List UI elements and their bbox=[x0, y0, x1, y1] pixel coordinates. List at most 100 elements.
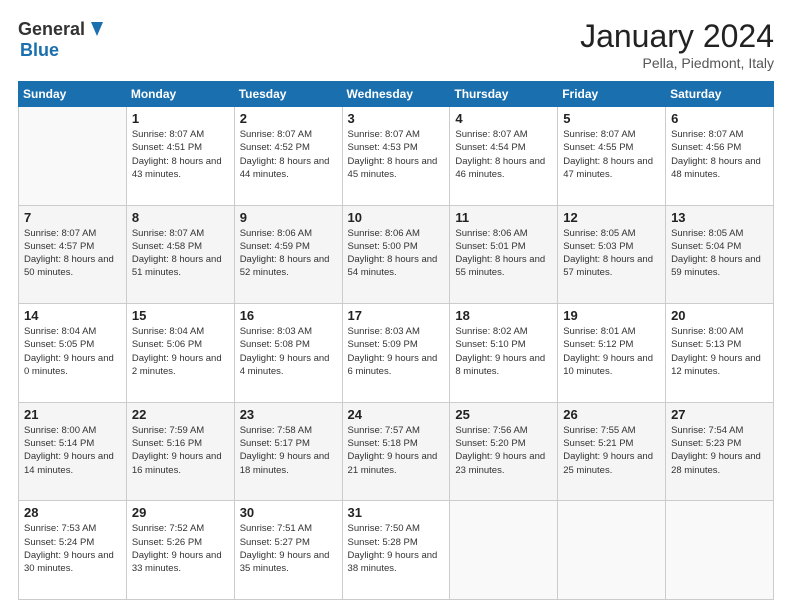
day-number: 24 bbox=[348, 407, 445, 422]
day-number: 9 bbox=[240, 210, 337, 225]
day-detail: Sunrise: 8:04 AMSunset: 5:06 PMDaylight:… bbox=[132, 325, 229, 378]
calendar-cell: 15Sunrise: 8:04 AMSunset: 5:06 PMDayligh… bbox=[126, 304, 234, 403]
day-detail: Sunrise: 8:07 AMSunset: 4:52 PMDaylight:… bbox=[240, 128, 337, 181]
day-number: 21 bbox=[24, 407, 121, 422]
day-detail: Sunrise: 7:55 AMSunset: 5:21 PMDaylight:… bbox=[563, 424, 660, 477]
logo: General Blue bbox=[18, 18, 107, 61]
day-detail: Sunrise: 8:05 AMSunset: 5:03 PMDaylight:… bbox=[563, 227, 660, 280]
day-number: 23 bbox=[240, 407, 337, 422]
day-detail: Sunrise: 8:03 AMSunset: 5:09 PMDaylight:… bbox=[348, 325, 445, 378]
day-number: 4 bbox=[455, 111, 552, 126]
weekday-header-row: Sunday Monday Tuesday Wednesday Thursday… bbox=[19, 82, 774, 107]
calendar-cell: 11Sunrise: 8:06 AMSunset: 5:01 PMDayligh… bbox=[450, 205, 558, 304]
calendar-cell: 9 Sunrise: 8:06 AMSunset: 4:59 PMDaylight… bbox=[234, 205, 342, 304]
day-detail: Sunrise: 8:00 AMSunset: 5:14 PMDaylight:… bbox=[24, 424, 121, 477]
title-block: January 2024 Pella, Piedmont, Italy bbox=[580, 18, 774, 71]
day-number: 10 bbox=[348, 210, 445, 225]
calendar-cell: 4 Sunrise: 8:07 AMSunset: 4:54 PMDaylight… bbox=[450, 107, 558, 206]
calendar-cell: 29Sunrise: 7:52 AMSunset: 5:26 PMDayligh… bbox=[126, 501, 234, 600]
day-detail: Sunrise: 8:01 AMSunset: 5:12 PMDaylight:… bbox=[563, 325, 660, 378]
day-number: 19 bbox=[563, 308, 660, 323]
day-detail: Sunrise: 8:07 AMSunset: 4:56 PMDaylight:… bbox=[671, 128, 768, 181]
day-number: 30 bbox=[240, 505, 337, 520]
calendar-cell: 5 Sunrise: 8:07 AMSunset: 4:55 PMDaylight… bbox=[558, 107, 666, 206]
day-number: 18 bbox=[455, 308, 552, 323]
day-detail: Sunrise: 7:51 AMSunset: 5:27 PMDaylight:… bbox=[240, 522, 337, 575]
calendar-cell: 28 Sunrise: 7:53 AMSunset: 5:24 PMDayligh… bbox=[19, 501, 127, 600]
day-detail: Sunrise: 8:04 AMSunset: 5:05 PMDaylight:… bbox=[24, 325, 121, 378]
calendar-cell: 12 Sunrise: 8:05 AMSunset: 5:03 PMDayligh… bbox=[558, 205, 666, 304]
calendar-cell: 14 Sunrise: 8:04 AMSunset: 5:05 PMDayligh… bbox=[19, 304, 127, 403]
day-detail: Sunrise: 7:53 AMSunset: 5:24 PMDaylight:… bbox=[24, 522, 121, 575]
calendar-cell: 26 Sunrise: 7:55 AMSunset: 5:21 PMDayligh… bbox=[558, 402, 666, 501]
calendar-cell: 21 Sunrise: 8:00 AMSunset: 5:14 PMDayligh… bbox=[19, 402, 127, 501]
calendar-cell bbox=[666, 501, 774, 600]
day-number: 31 bbox=[348, 505, 445, 520]
day-number: 14 bbox=[24, 308, 121, 323]
header-monday: Monday bbox=[126, 82, 234, 107]
day-number: 17 bbox=[348, 308, 445, 323]
page: General Blue January 2024 Pella, Piedmon… bbox=[0, 0, 792, 612]
calendar-cell bbox=[558, 501, 666, 600]
logo-icon bbox=[85, 18, 107, 40]
header: General Blue January 2024 Pella, Piedmon… bbox=[18, 18, 774, 71]
calendar-cell: 30 Sunrise: 7:51 AMSunset: 5:27 PMDayligh… bbox=[234, 501, 342, 600]
calendar-title: January 2024 bbox=[580, 18, 774, 55]
calendar-cell: 23 Sunrise: 7:58 AMSunset: 5:17 PMDayligh… bbox=[234, 402, 342, 501]
calendar-cell: 24 Sunrise: 7:57 AMSunset: 5:18 PMDayligh… bbox=[342, 402, 450, 501]
calendar-cell: 19 Sunrise: 8:01 AMSunset: 5:12 PMDayligh… bbox=[558, 304, 666, 403]
header-saturday: Saturday bbox=[666, 82, 774, 107]
calendar-cell: 8Sunrise: 8:07 AMSunset: 4:58 PMDaylight… bbox=[126, 205, 234, 304]
calendar-subtitle: Pella, Piedmont, Italy bbox=[580, 55, 774, 71]
day-detail: Sunrise: 8:02 AMSunset: 5:10 PMDaylight:… bbox=[455, 325, 552, 378]
header-tuesday: Tuesday bbox=[234, 82, 342, 107]
calendar-week-row: 28 Sunrise: 7:53 AMSunset: 5:24 PMDayligh… bbox=[19, 501, 774, 600]
day-number: 12 bbox=[563, 210, 660, 225]
calendar-cell: 17 Sunrise: 8:03 AMSunset: 5:09 PMDayligh… bbox=[342, 304, 450, 403]
day-number: 8 bbox=[132, 210, 229, 225]
calendar-cell: 31Sunrise: 7:50 AMSunset: 5:28 PMDayligh… bbox=[342, 501, 450, 600]
day-number: 7 bbox=[24, 210, 121, 225]
calendar-cell bbox=[450, 501, 558, 600]
calendar-cell: 2Sunrise: 8:07 AMSunset: 4:52 PMDaylight… bbox=[234, 107, 342, 206]
calendar-week-row: 1 Sunrise: 8:07 AMSunset: 4:51 PMDaylight… bbox=[19, 107, 774, 206]
day-detail: Sunrise: 7:58 AMSunset: 5:17 PMDaylight:… bbox=[240, 424, 337, 477]
calendar-week-row: 14 Sunrise: 8:04 AMSunset: 5:05 PMDayligh… bbox=[19, 304, 774, 403]
calendar-cell: 6 Sunrise: 8:07 AMSunset: 4:56 PMDaylight… bbox=[666, 107, 774, 206]
day-number: 26 bbox=[563, 407, 660, 422]
day-detail: Sunrise: 8:03 AMSunset: 5:08 PMDaylight:… bbox=[240, 325, 337, 378]
day-detail: Sunrise: 8:07 AMSunset: 4:57 PMDaylight:… bbox=[24, 227, 121, 280]
day-detail: Sunrise: 8:06 AMSunset: 5:01 PMDaylight:… bbox=[455, 227, 552, 280]
day-number: 1 bbox=[132, 111, 229, 126]
logo-general-text: General bbox=[18, 19, 85, 40]
day-number: 28 bbox=[24, 505, 121, 520]
calendar-cell: 1 Sunrise: 8:07 AMSunset: 4:51 PMDaylight… bbox=[126, 107, 234, 206]
day-number: 20 bbox=[671, 308, 768, 323]
calendar-cell: 7 Sunrise: 8:07 AMSunset: 4:57 PMDaylight… bbox=[19, 205, 127, 304]
day-detail: Sunrise: 8:00 AMSunset: 5:13 PMDaylight:… bbox=[671, 325, 768, 378]
header-sunday: Sunday bbox=[19, 82, 127, 107]
day-detail: Sunrise: 7:59 AMSunset: 5:16 PMDaylight:… bbox=[132, 424, 229, 477]
calendar-cell: 10Sunrise: 8:06 AMSunset: 5:00 PMDayligh… bbox=[342, 205, 450, 304]
calendar-cell: 3Sunrise: 8:07 AMSunset: 4:53 PMDaylight… bbox=[342, 107, 450, 206]
calendar-cell: 13 Sunrise: 8:05 AMSunset: 5:04 PMDayligh… bbox=[666, 205, 774, 304]
day-number: 13 bbox=[671, 210, 768, 225]
header-friday: Friday bbox=[558, 82, 666, 107]
day-detail: Sunrise: 8:07 AMSunset: 4:55 PMDaylight:… bbox=[563, 128, 660, 181]
day-number: 6 bbox=[671, 111, 768, 126]
header-thursday: Thursday bbox=[450, 82, 558, 107]
day-detail: Sunrise: 8:05 AMSunset: 5:04 PMDaylight:… bbox=[671, 227, 768, 280]
day-detail: Sunrise: 8:07 AMSunset: 4:53 PMDaylight:… bbox=[348, 128, 445, 181]
day-detail: Sunrise: 7:56 AMSunset: 5:20 PMDaylight:… bbox=[455, 424, 552, 477]
day-detail: Sunrise: 8:06 AMSunset: 4:59 PMDaylight:… bbox=[240, 227, 337, 280]
calendar-week-row: 21 Sunrise: 8:00 AMSunset: 5:14 PMDayligh… bbox=[19, 402, 774, 501]
calendar-cell: 18 Sunrise: 8:02 AMSunset: 5:10 PMDayligh… bbox=[450, 304, 558, 403]
day-detail: Sunrise: 7:57 AMSunset: 5:18 PMDaylight:… bbox=[348, 424, 445, 477]
day-number: 16 bbox=[240, 308, 337, 323]
calendar-cell: 27Sunrise: 7:54 AMSunset: 5:23 PMDayligh… bbox=[666, 402, 774, 501]
calendar-table: Sunday Monday Tuesday Wednesday Thursday… bbox=[18, 81, 774, 600]
day-detail: Sunrise: 8:07 AMSunset: 4:54 PMDaylight:… bbox=[455, 128, 552, 181]
day-number: 5 bbox=[563, 111, 660, 126]
day-detail: Sunrise: 7:52 AMSunset: 5:26 PMDaylight:… bbox=[132, 522, 229, 575]
day-detail: Sunrise: 8:07 AMSunset: 4:51 PMDaylight:… bbox=[132, 128, 229, 181]
